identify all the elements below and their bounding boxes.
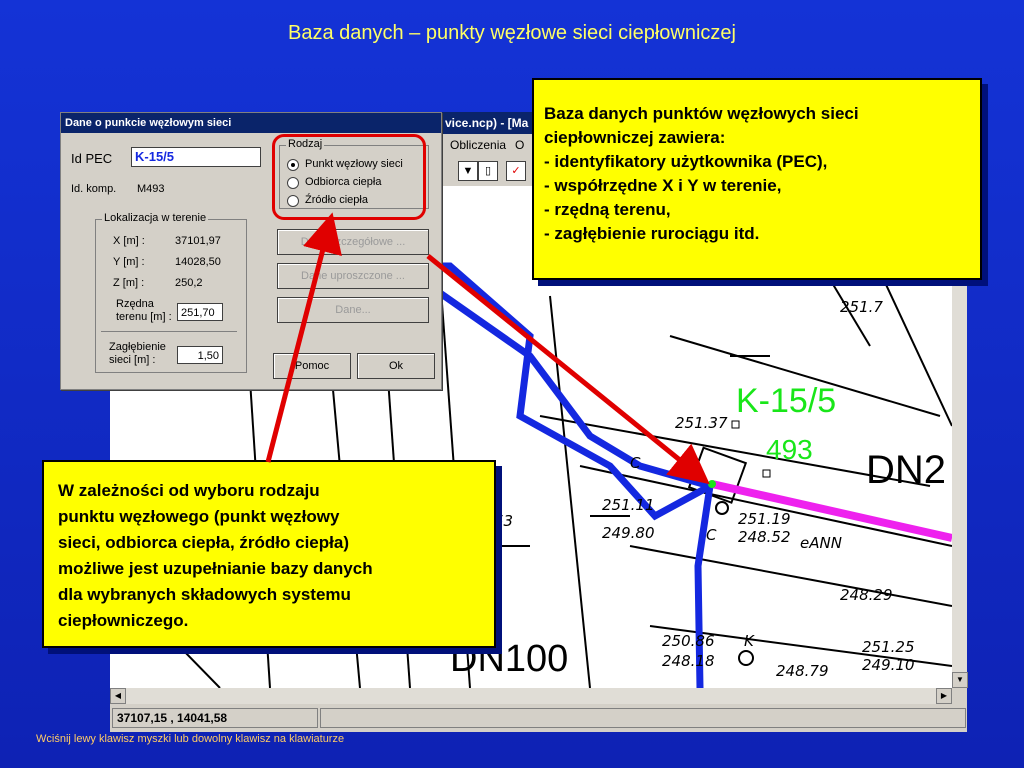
- type-selection-highlight: [272, 134, 426, 220]
- node-id-label: K-15/5: [736, 382, 837, 420]
- survey-height: 251.7: [840, 298, 883, 316]
- survey-height: 251.37: [675, 414, 728, 432]
- menu-o[interactable]: O: [515, 138, 524, 152]
- slide-title: Baza danych – punkty węzłowe sieci ciepł…: [287, 22, 736, 44]
- ok-button[interactable]: Ok: [357, 353, 435, 379]
- survey-height: 251.19: [738, 510, 791, 528]
- survey-text: eANN: [800, 534, 842, 552]
- page-icon[interactable]: ▯: [478, 161, 498, 181]
- survey-text: C: [706, 526, 717, 544]
- node-handle: [762, 469, 771, 478]
- footer-instruction: Wciśnij lewy klawisz myszki lub dowolny …: [36, 733, 345, 745]
- terrain-level-field[interactable]: 251,70: [177, 303, 223, 321]
- manhole-icon: [738, 650, 754, 666]
- heat-pipe-main: [427, 283, 711, 490]
- callout-text-line: - współrzędne X i Y w terenie,: [544, 176, 782, 195]
- network-node-marker: [708, 480, 716, 488]
- z-label: Z [m] :: [113, 277, 145, 289]
- depth-label-line2: sieci [m] :: [109, 354, 156, 366]
- survey-height: 249.10: [862, 656, 915, 674]
- detailed-data-button[interactable]: Dane szczegółowe ...: [277, 229, 429, 255]
- survey-height: 249.80: [602, 524, 655, 542]
- location-group-label: Lokalizacja w terenie: [102, 212, 209, 224]
- terrain-label-line1: Rzędna: [116, 298, 154, 310]
- node-number-label: 493: [766, 434, 813, 465]
- data-button[interactable]: Dane...: [277, 297, 429, 323]
- survey-height: 248.52: [738, 528, 791, 546]
- map-line: [549, 295, 591, 688]
- callout-text-line: dla wybranych składowych systemu: [58, 585, 351, 604]
- callout-text-line: W zależności od wyboru rodzaju: [58, 481, 320, 500]
- dropdown-arrow-icon[interactable]: ▼: [458, 161, 478, 181]
- callout-node-type-info: W zależności od wyboru rodzaju punktu wę…: [42, 460, 496, 648]
- survey-text: K: [744, 632, 754, 650]
- divider: [101, 331, 237, 332]
- status-pane-empty: [320, 708, 966, 728]
- survey-height: 248.18: [662, 652, 715, 670]
- simplified-data-button[interactable]: Dane uproszczone ...: [277, 263, 429, 289]
- callout-text-line: możliwe jest uzupełnianie bazy danych: [58, 559, 373, 578]
- status-bar: 37107,15 , 14041,58: [110, 706, 967, 730]
- menu-obliczenia[interactable]: Obliczenia: [450, 138, 506, 152]
- survey-height: 248.29: [840, 586, 893, 604]
- scroll-right-icon[interactable]: ▶: [936, 688, 952, 704]
- id-pec-field[interactable]: K-15/5: [131, 147, 261, 167]
- help-button[interactable]: Pomoc: [273, 353, 351, 379]
- check-tool-icon[interactable]: ✓: [506, 161, 526, 181]
- scroll-down-icon[interactable]: ▼: [952, 672, 968, 688]
- app-title: vice.ncp) - [Ma: [445, 116, 529, 130]
- survey-text: C: [630, 454, 641, 472]
- callout-text-line: - identyfikatory użytkownika (PEC),: [544, 152, 828, 171]
- y-value: 14028,50: [175, 256, 221, 268]
- survey-text: 53: [494, 512, 514, 530]
- pipe-diameter-label: DN2: [866, 448, 947, 492]
- id-pec-label: Id PEC: [71, 151, 113, 166]
- callout-text-line: - rzędną terenu,: [544, 200, 671, 219]
- terrain-label-line2: terenu [m] :: [116, 311, 172, 323]
- dialog-titlebar[interactable]: Dane o punkcie węzłowym sieci: [61, 113, 441, 133]
- depth-label-line1: Zagłębienie: [109, 341, 166, 353]
- callout-text-line: - zagłębienie rurociągu itd.: [544, 224, 760, 243]
- manhole-icon: [715, 501, 729, 515]
- node-handle: [731, 420, 740, 429]
- scroll-left-icon[interactable]: ◀: [110, 688, 126, 704]
- y-label: Y [m] :: [113, 256, 145, 268]
- x-value: 37101,97: [175, 235, 221, 247]
- map-line: [629, 545, 952, 607]
- dialog-title: Dane o punkcie węzłowym sieci: [65, 117, 232, 129]
- survey-height: 251.25: [862, 638, 915, 656]
- callout-text-line: ciepłowniczej zawiera:: [544, 128, 726, 147]
- id-komp-label: Id. komp.: [71, 183, 117, 195]
- horizontal-scrollbar[interactable]: ◀ ▶: [110, 688, 952, 704]
- survey-height: 248.79: [776, 662, 829, 680]
- coordinates-readout: 37107,15 , 14041,58: [112, 708, 318, 728]
- z-value: 250,2: [175, 277, 203, 289]
- callout-text-line: Baza danych punktów węzłowych sieci: [544, 104, 859, 123]
- id-komp-value: M493: [137, 183, 165, 195]
- callout-database-contents: Baza danych punktów węzłowych sieci ciep…: [532, 78, 982, 280]
- callout-text-line: sieci, odbiorca ciepła, źródło ciepła): [58, 533, 349, 552]
- survey-height: 250.86: [662, 632, 715, 650]
- map-line: [490, 355, 770, 547]
- callout-text-line: punktu węzłowego (punkt węzłowy: [58, 507, 340, 526]
- x-label: X [m] :: [113, 235, 145, 247]
- callout-text-line: ciepłowniczego.: [58, 611, 189, 630]
- pipe-depth-field[interactable]: 1,50: [177, 346, 223, 364]
- survey-height: 251.11: [602, 496, 655, 514]
